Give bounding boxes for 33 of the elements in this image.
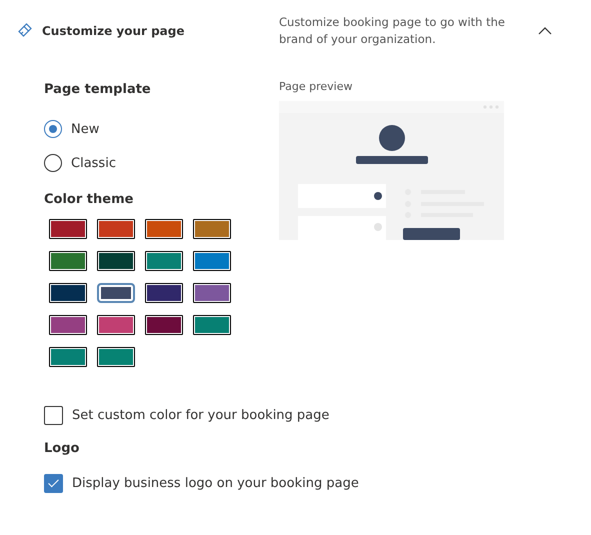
checkbox[interactable] — [44, 474, 63, 492]
color-swatch[interactable] — [49, 283, 87, 303]
radio-button[interactable] — [44, 154, 62, 172]
color-swatch[interactable] — [145, 315, 183, 335]
section-title: Customize your page — [42, 24, 185, 38]
color-swatch[interactable] — [193, 219, 231, 239]
preview-label: Page preview — [279, 80, 354, 93]
color-swatch[interactable] — [145, 283, 183, 303]
color-swatch[interactable] — [97, 347, 135, 367]
color-swatch[interactable] — [97, 315, 135, 335]
color-swatch[interactable] — [97, 219, 135, 239]
color-swatch[interactable] — [49, 347, 87, 367]
section-heading: Page template — [44, 82, 152, 99]
color-swatch[interactable] — [97, 251, 135, 271]
section-heading: Logo — [44, 441, 80, 458]
color-swatch[interactable] — [49, 315, 87, 335]
section-heading: Color theme — [44, 192, 134, 209]
collapse-button[interactable] — [536, 24, 554, 36]
color-swatch[interactable] — [193, 283, 231, 303]
option-label: New — [71, 122, 100, 136]
color-swatch[interactable] — [145, 219, 183, 239]
checkbox[interactable] — [44, 406, 63, 424]
color-swatch[interactable] — [193, 315, 231, 335]
section-description: Customize booking page to go with the brand of your organization. — [279, 14, 506, 48]
color-swatch[interactable] — [97, 283, 135, 303]
checkbox-label: Set custom color for your booking page — [72, 408, 330, 422]
option-label: Classic — [71, 156, 116, 170]
color-swatch[interactable] — [193, 251, 231, 271]
color-swatch[interactable] — [49, 251, 87, 271]
checkbox-label: Display business logo on your booking page — [72, 476, 359, 490]
color-swatch[interactable] — [49, 219, 87, 239]
radio-button[interactable] — [44, 120, 62, 138]
color-swatch[interactable] — [145, 251, 183, 271]
